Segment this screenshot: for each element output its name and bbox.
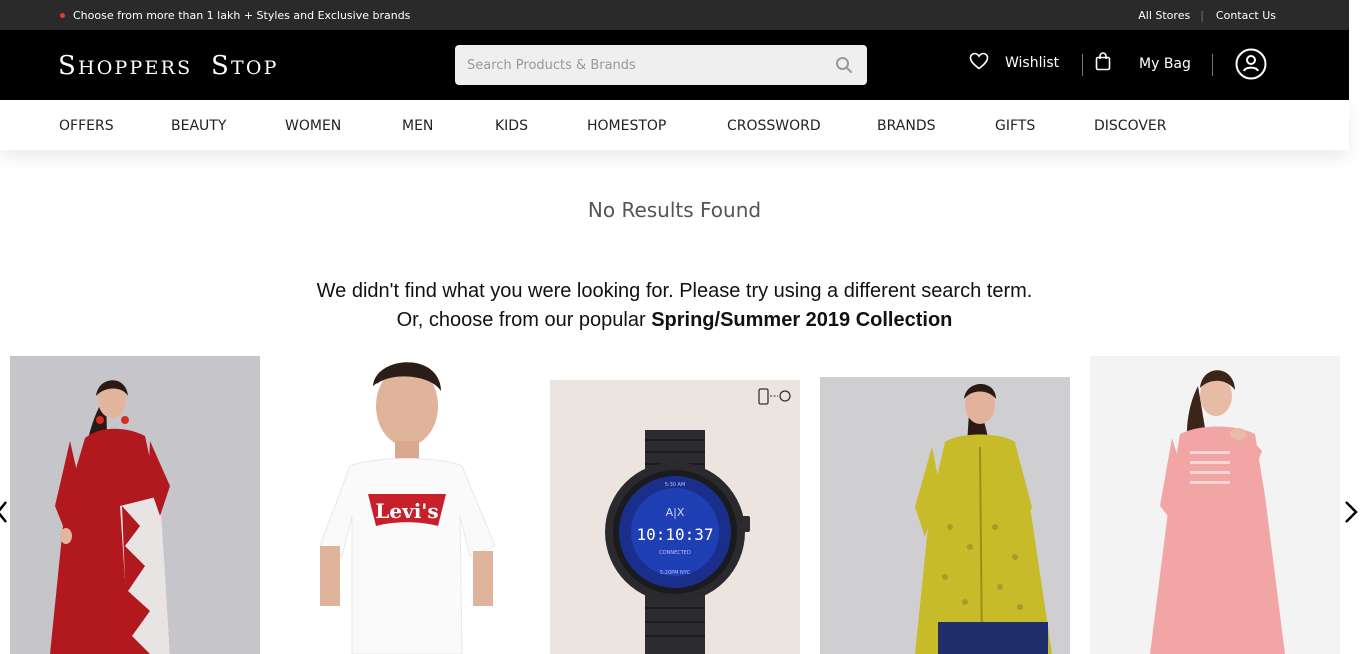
site-logo[interactable]: S HOPPERS S TOP (58, 50, 288, 86)
collection-suggestion: Or, choose from our popular Spring/Summe… (0, 309, 1349, 332)
svg-text:S: S (211, 51, 231, 80)
levis-tshirt-image: Levi's (319, 362, 496, 654)
search-icon[interactable] (835, 56, 853, 78)
pink-kurta-image (1090, 356, 1340, 654)
svg-text:HOPPERS: HOPPERS (78, 57, 192, 79)
shopping-bag-icon (1095, 52, 1111, 75)
logo-wordmark: S HOPPERS S TOP (58, 51, 279, 81)
yellow-kurta-image (820, 377, 1070, 654)
search-box (455, 45, 867, 85)
top-bar: Choose from more than 1 lakh + Styles an… (0, 0, 1349, 30)
suggestion-prefix: Or, choose from our popular (396, 309, 652, 331)
watch-time-text: 10:10:37 (636, 525, 713, 544)
account-icon[interactable] (1235, 48, 1267, 80)
nav-kids[interactable]: KIDS (495, 118, 528, 134)
wishlist-label: Wishlist (1005, 55, 1060, 71)
header-divider (1212, 54, 1213, 76)
ax-smartwatch-image: A|X 10:10:37 CONNECTED 5:20PM NYC 5:30 A… (550, 380, 800, 654)
product-card-red-kurta[interactable] (10, 356, 260, 654)
product-card-levis-tshirt[interactable]: Levi's (280, 356, 530, 654)
all-stores-link[interactable]: All Stores (1138, 9, 1190, 22)
product-card-yellow-kurta[interactable] (820, 377, 1070, 654)
levis-logo-text: Levi's (375, 499, 438, 523)
top-links: All Stores | Contact Us (1138, 9, 1276, 22)
product-card-pink-kurta[interactable] (1090, 356, 1340, 654)
search-input[interactable] (455, 45, 815, 85)
carousel-prev-arrow[interactable] (0, 498, 8, 530)
svg-text:TOP: TOP (231, 57, 279, 79)
no-results-message: We didn't find what you were looking for… (316, 280, 1033, 302)
nav-gifts[interactable]: GIFTS (995, 118, 1035, 134)
product-card-ax-smartwatch[interactable]: A|X 10:10:37 CONNECTED 5:20PM NYC 5:30 A… (550, 380, 800, 654)
carousel-next-arrow[interactable] (1343, 498, 1359, 530)
nav-discover[interactable]: DISCOVER (1094, 118, 1167, 134)
category-nav: OFFERS BEAUTY WOMEN MEN KIDS HOMESTOP CR… (0, 100, 1349, 150)
nav-homestop[interactable]: HOMESTOP (587, 118, 666, 134)
top-links-divider: | (1200, 9, 1204, 22)
bag-label: My Bag (1139, 55, 1191, 72)
my-bag-button[interactable]: My Bag (1095, 52, 1191, 75)
red-kurta-image (10, 356, 260, 654)
header-divider (1082, 54, 1083, 76)
watch-date-text: 5:20PM NYC (660, 570, 691, 576)
wishlist-button[interactable]: Wishlist (969, 52, 1059, 74)
nav-men[interactable]: MEN (402, 118, 433, 134)
main-header: S HOPPERS S TOP Wishlist My Bag (0, 30, 1349, 100)
promo-text: Choose from more than 1 lakh + Styles an… (73, 9, 411, 22)
watch-sub-text: CONNECTED (659, 550, 691, 556)
svg-text:S: S (58, 51, 78, 80)
nav-beauty[interactable]: BEAUTY (171, 118, 226, 134)
heart-icon (969, 52, 989, 74)
promo-message: Choose from more than 1 lakh + Styles an… (60, 9, 410, 22)
nav-offers[interactable]: OFFERS (59, 118, 114, 134)
contact-us-link[interactable]: Contact Us (1216, 9, 1276, 22)
nav-brands[interactable]: BRANDS (877, 118, 935, 134)
promo-dot-icon (60, 13, 65, 18)
watch-top-text: 5:30 AM (665, 482, 686, 488)
watch-brand-text: A|X (666, 506, 685, 519)
nav-women[interactable]: WOMEN (285, 118, 341, 134)
nav-crossword[interactable]: CROSSWORD (727, 118, 821, 134)
no-results-heading: No Results Found (587, 198, 762, 222)
collection-link[interactable]: Spring/Summer 2019 Collection (651, 309, 952, 331)
